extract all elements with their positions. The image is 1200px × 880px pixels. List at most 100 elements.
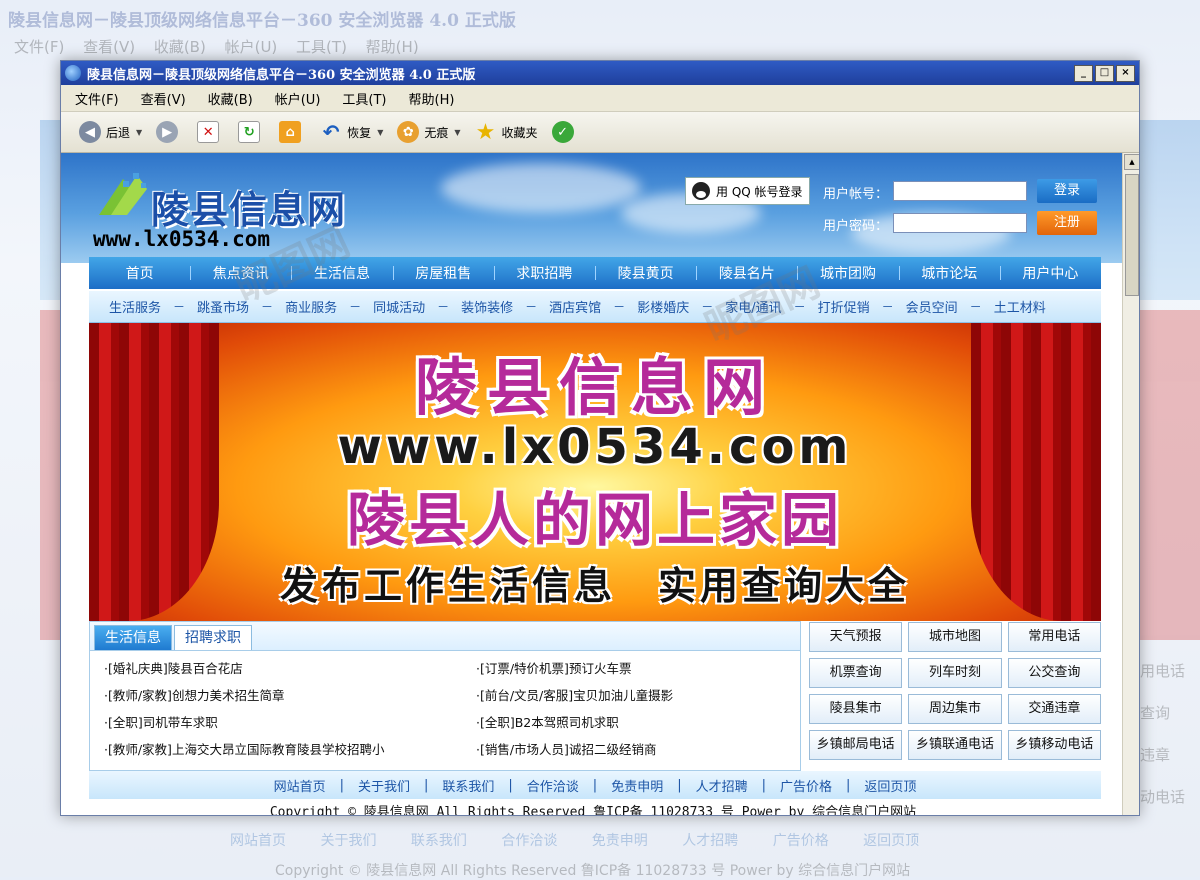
speed-icon: ✓ (551, 121, 574, 143)
login-button[interactable]: 登录 (1037, 179, 1097, 203)
tab-jobs[interactable]: 招聘求职 (174, 625, 252, 650)
background-menu: 文件(F) 查看(V) 收藏(B) 帐户(U) 工具(T) 帮助(H) (14, 38, 419, 56)
menu-view[interactable]: 查看(V) (141, 89, 186, 108)
main-nav: 首页 焦点资讯 生活信息 房屋租售 求职招聘 陵县黄页 陵县名片 城市团购 城市… (89, 257, 1101, 289)
minimize-button[interactable]: _ (1074, 64, 1093, 82)
quick-link-button[interactable]: 机票查询 (809, 658, 903, 688)
stop-button[interactable]: ✕ (197, 121, 224, 143)
maximize-button[interactable]: □ (1095, 64, 1114, 82)
nav-life-info[interactable]: 生活信息 (291, 263, 392, 283)
subnav-item[interactable]: 影楼婚庆 (637, 297, 689, 316)
logo-text: 陵县信息网 (151, 188, 347, 232)
footer-link[interactable]: 网站首页 (274, 776, 326, 795)
quick-link-button[interactable]: 常用电话 (1007, 622, 1101, 652)
nav-jobs[interactable]: 求职招聘 (493, 263, 595, 283)
quick-link-button[interactable]: 城市地图 (908, 622, 1002, 652)
home-button[interactable]: ⌂ (279, 121, 306, 143)
restore-dropdown-icon[interactable]: ▼ (377, 128, 383, 137)
footer-link[interactable]: 合作洽谈 (527, 776, 579, 795)
username-input[interactable] (893, 181, 1027, 201)
list-item[interactable]: ·[婚礼庆典]陵县百合花店 (104, 655, 476, 682)
back-button[interactable]: ◀ 后退 ▼ (79, 121, 142, 143)
background-right-item: 查询 (1140, 704, 1171, 722)
password-label: 用户密码： (823, 219, 889, 234)
quick-link-button[interactable]: 陵县集市 (809, 694, 903, 724)
info-tabs: 生活信息 招聘求职 (90, 622, 800, 651)
vertical-scrollbar[interactable]: ▲ (1122, 153, 1139, 815)
nav-forum[interactable]: 城市论坛 (898, 263, 1000, 283)
quick-link-button[interactable]: 乡镇联通电话 (908, 730, 1002, 760)
nav-county-card[interactable]: 陵县名片 (696, 263, 797, 283)
close-button[interactable]: × (1116, 64, 1135, 82)
footer-link[interactable]: 联系我们 (442, 776, 494, 795)
subnav-item[interactable]: 土工材料 (994, 297, 1046, 316)
site-header: 陵县信息网 www.lx0534.com 用 QQ 帐号登录 用户帐号： 用户密… (61, 153, 1125, 263)
forward-button[interactable]: ▶ (156, 121, 183, 143)
back-dropdown-icon[interactable]: ▼ (136, 128, 142, 137)
footer-link[interactable]: 免责申明 (611, 776, 663, 795)
subnav-item[interactable]: 家电/通讯 (725, 297, 781, 316)
copyright: Copyright © 陵县信息网 All Rights Reserved 鲁I… (269, 805, 917, 816)
menu-favorites[interactable]: 收藏(B) (208, 89, 253, 108)
subnav-item[interactable]: 会员空间 (906, 297, 958, 316)
nav-yellow-pages[interactable]: 陵县黄页 (595, 263, 696, 283)
list-item[interactable]: ·[销售/市场人员]诚招二级经销商 (476, 736, 806, 763)
nav-group-buy[interactable]: 城市团购 (797, 263, 898, 283)
username-label: 用户帐号： (823, 187, 889, 202)
subnav-item[interactable]: 打折促销 (818, 297, 870, 316)
quick-link-button[interactable]: 周边集市 (908, 694, 1002, 724)
nav-housing[interactable]: 房屋租售 (392, 263, 494, 283)
undo-icon: ↶ (322, 120, 340, 144)
subnav-item[interactable]: 酒店宾馆 (549, 297, 601, 316)
tab-life-info[interactable]: 生活信息 (94, 625, 172, 650)
menu-account[interactable]: 帐户(U) (275, 89, 321, 108)
refresh-button[interactable]: ↻ (238, 121, 265, 143)
list-item[interactable]: ·[教师/家教]上海交大昂立国际教育陵县学校招聘小 (104, 736, 476, 763)
menu-file[interactable]: 文件(F) (75, 89, 119, 108)
accelerator-button[interactable]: ✓ (551, 121, 579, 143)
menu-help[interactable]: 帮助(H) (409, 89, 455, 108)
quick-link-button[interactable]: 乡镇移动电话 (1007, 730, 1101, 760)
nav-news[interactable]: 焦点资讯 (190, 263, 291, 283)
subnav-item[interactable]: 同城活动 (373, 297, 425, 316)
qq-login-button[interactable]: 用 QQ 帐号登录 (685, 177, 810, 205)
banner-site-name: 陵县信息网 (414, 351, 775, 424)
scrollbar-thumb[interactable] (1125, 174, 1139, 296)
list-item[interactable]: ·[全职]司机带车求职 (104, 709, 476, 736)
incognito-button[interactable]: ✿ 无痕 ▼ (397, 121, 461, 143)
quick-link-button[interactable]: 交通违章 (1007, 694, 1101, 724)
subnav-item[interactable]: 商业服务 (285, 297, 337, 316)
list-item[interactable]: ·[教师/家教]创想力美术招生简章 (104, 682, 476, 709)
quick-link-button[interactable]: 列车时刻 (908, 658, 1002, 688)
cloud-decoration (441, 163, 641, 213)
favorites-button[interactable]: ★ 收藏夹 (475, 119, 538, 145)
menu-tools[interactable]: 工具(T) (342, 89, 386, 108)
toolbar: ◀ 后退 ▼ ▶ ✕ ↻ ⌂ ↶ 恢复 ▼ ✿ 无痕 ▼ ★ 收藏夹 ✓ (61, 112, 1139, 153)
subnav-item[interactable]: 生活服务 (109, 297, 161, 316)
logo-url: www.lx0534.com (93, 227, 271, 251)
promo-banner[interactable]: 陵县信息网 www.lx0534.com 陵县人的网上家园 发布工作生活信息 实… (89, 323, 1101, 621)
list-item[interactable]: ·[全职]B2本驾照司机求职 (476, 709, 806, 736)
footer-link[interactable]: 人才招聘 (696, 776, 748, 795)
quick-link-button[interactable]: 天气预报 (809, 622, 903, 652)
password-input[interactable] (893, 213, 1027, 233)
quick-link-button[interactable]: 公交查询 (1007, 658, 1101, 688)
quick-link-button[interactable]: 乡镇邮局电话 (809, 730, 903, 760)
restore-button[interactable]: ↶ 恢复 ▼ (320, 120, 384, 144)
banner-url: www.lx0534.com (337, 419, 853, 475)
nav-home[interactable]: 首页 (89, 263, 190, 283)
subnav-item[interactable]: 装饰装修 (461, 297, 513, 316)
subnav-item[interactable]: 跳蚤市场 (197, 297, 249, 316)
footer-link[interactable]: 广告价格 (780, 776, 832, 795)
list-item[interactable]: ·[订票/特价机票]预订火车票 (476, 655, 806, 682)
scroll-up-icon[interactable]: ▲ (1124, 154, 1139, 170)
info-panel: 生活信息 招聘求职 ·[婚礼庆典]陵县百合花店 ·[订票/特价机票]预订火车票 … (89, 621, 801, 771)
register-button[interactable]: 注册 (1037, 211, 1097, 235)
subnav-separator: － (525, 300, 538, 314)
star-icon: ★ (475, 119, 496, 145)
incognito-dropdown-icon[interactable]: ▼ (454, 128, 460, 137)
nav-user-center[interactable]: 用户中心 (999, 263, 1101, 283)
list-item[interactable]: ·[前台/文员/客服]宝贝加油儿童摄影 (476, 682, 806, 709)
footer-link[interactable]: 返回页顶 (864, 776, 916, 795)
footer-link[interactable]: 关于我们 (358, 776, 410, 795)
